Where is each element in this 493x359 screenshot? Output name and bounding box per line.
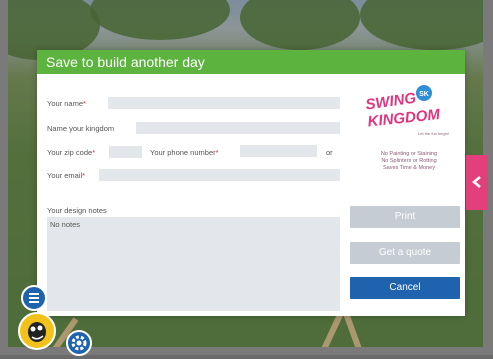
logo-tagline: Let the fun begin! (418, 131, 449, 136)
side-panel-toggle[interactable] (466, 155, 488, 210)
dialog-title: Save to build another day (37, 50, 465, 74)
character-avatar-icon (28, 322, 46, 342)
notes-textarea[interactable]: No notes (47, 217, 340, 311)
menu-button[interactable] (21, 285, 47, 311)
notes-label: Your design notes (47, 206, 107, 215)
tagline-line: Saves Time & Money (383, 165, 435, 171)
settings-button[interactable] (66, 330, 92, 356)
email-label: Your email* (47, 171, 86, 180)
get-quote-button[interactable]: Get a quote (350, 242, 460, 264)
cancel-button[interactable]: Cancel (350, 277, 460, 299)
save-dialog: Save to build another day Your name* Nam… (37, 50, 465, 316)
print-button[interactable]: Print (350, 206, 460, 228)
email-input[interactable] (99, 169, 340, 181)
character-avatar[interactable] (18, 312, 56, 350)
tagline-line: No Painting or Staining (380, 151, 438, 157)
swing-kingdom-logo: SK SWING KINGDOM Let the fun begin! (364, 85, 449, 136)
kingdom-label: Name your kingdom (47, 124, 115, 133)
zip-label: Your zip code* (47, 148, 96, 157)
phone-label: Your phone number* (150, 148, 219, 157)
brand-tagline: No Painting or Staining No Splinters or … (360, 151, 458, 172)
name-label: Your name* (47, 99, 86, 108)
name-input[interactable] (108, 97, 340, 109)
zip-input[interactable] (109, 146, 142, 158)
chevron-left-icon (472, 176, 481, 188)
logo-badge-text: SK (419, 91, 429, 98)
phone-input[interactable] (240, 145, 317, 157)
kingdom-input[interactable] (136, 122, 340, 134)
tagline-line: No Splinters or Rotting (381, 158, 437, 164)
or-text: or (326, 148, 333, 157)
gear-icon (71, 335, 87, 351)
viewport-frame-left (0, 0, 8, 355)
menu-icon (29, 293, 39, 303)
